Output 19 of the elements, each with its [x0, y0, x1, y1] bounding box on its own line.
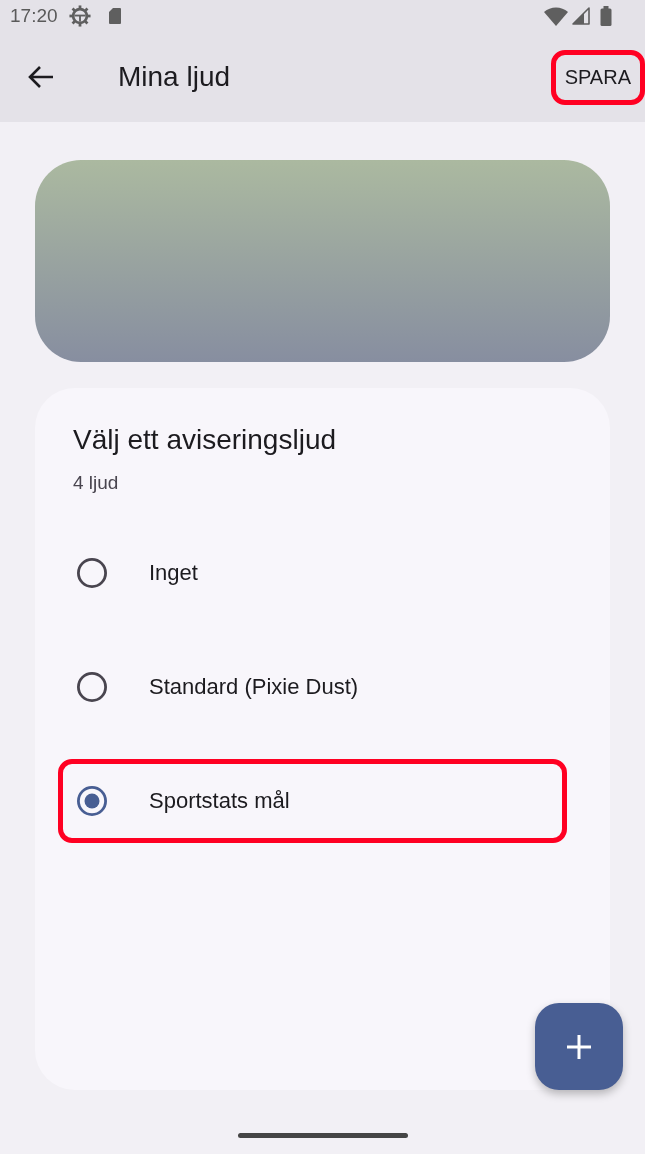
card-title: Välj ett aviseringsljud — [73, 423, 337, 457]
signal-icon — [572, 7, 590, 25]
sound-option[interactable]: Inget — [58, 531, 567, 615]
plus-icon — [565, 1032, 593, 1061]
sound-option[interactable]: Standard (Pixie Dust) — [58, 645, 567, 729]
radio-icon[interactable] — [77, 558, 107, 588]
status-time: 17:20 — [10, 5, 58, 27]
screen-title: Mina ljud — [118, 60, 231, 94]
battery-icon — [600, 6, 612, 26]
wifi-icon — [544, 6, 568, 26]
sd-card-icon — [107, 7, 122, 25]
radio-icon[interactable] — [77, 786, 107, 816]
radio-icon[interactable] — [77, 672, 107, 702]
gear-icon — [68, 5, 91, 27]
sound-count: 4 ljud — [73, 471, 119, 495]
save-button[interactable]: SPARA — [550, 49, 645, 105]
add-button[interactable] — [535, 1003, 623, 1090]
sound-option[interactable]: Sportstats mål — [58, 759, 567, 843]
back-arrow-icon[interactable] — [28, 65, 54, 89]
